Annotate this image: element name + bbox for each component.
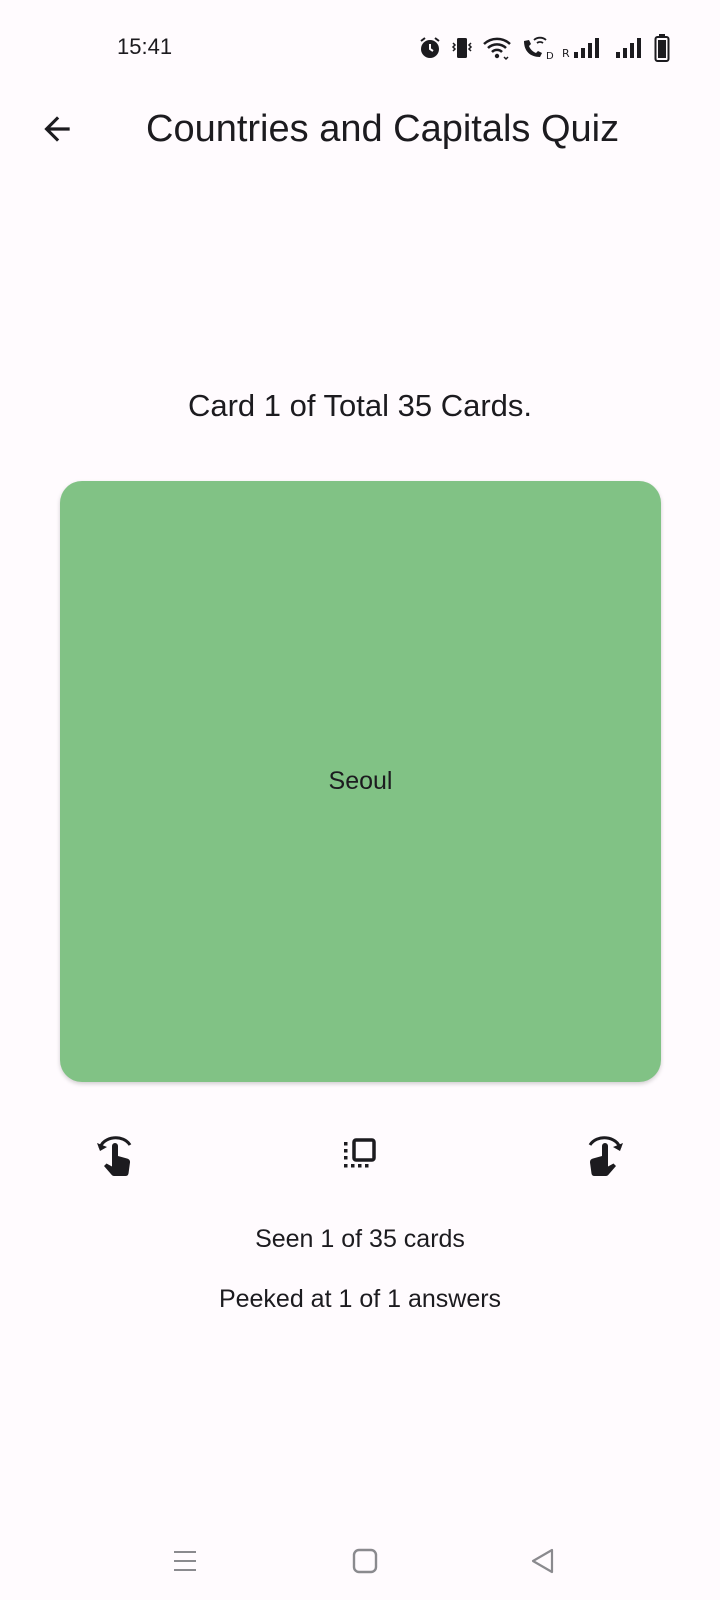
- home-button[interactable]: [335, 1540, 395, 1586]
- status-icons: D R: [418, 34, 670, 62]
- swipe-left-hand-icon: [96, 1134, 140, 1183]
- recents-button[interactable]: [155, 1540, 215, 1586]
- flashcard[interactable]: Seoul: [60, 481, 661, 1082]
- vibrate-icon: [450, 36, 474, 60]
- swipe-right-hand-icon: [580, 1134, 624, 1183]
- alarm-icon: [418, 36, 442, 60]
- flip-card-button[interactable]: [332, 1130, 388, 1186]
- app-bar: Countries and Capitals Quiz: [0, 96, 720, 166]
- peeked-count-text: Peeked at 1 of 1 answers: [218, 1285, 502, 1313]
- previous-card-button[interactable]: [90, 1130, 146, 1186]
- arrow-left-icon: [38, 110, 76, 153]
- wifi-icon: [482, 35, 512, 61]
- signal-icon: [614, 35, 646, 61]
- status-bar: 15:41 D R: [0, 0, 720, 96]
- status-time: 15:41: [117, 34, 173, 59]
- svg-text:R: R: [562, 47, 570, 60]
- back-triangle-icon: [529, 1547, 557, 1580]
- back-button[interactable]: [28, 102, 86, 160]
- system-nav-bar: [0, 1540, 720, 1600]
- recents-menu-icon: [171, 1547, 199, 1580]
- system-back-button[interactable]: [513, 1540, 573, 1586]
- card-counter: Card 1 of Total 35 Cards.: [187, 388, 533, 423]
- flip-card-icon: [340, 1136, 380, 1181]
- quiz-screen: 15:41 D R Countries and Capitals Quiz Ca…: [0, 0, 720, 1600]
- flashcard-text: Seoul: [328, 767, 393, 795]
- signal-icon: R: [562, 35, 606, 61]
- next-card-button[interactable]: [574, 1130, 630, 1186]
- svg-text:D: D: [546, 51, 554, 61]
- seen-count-text: Seen 1 of 35 cards: [255, 1225, 465, 1253]
- battery-icon: [654, 34, 670, 62]
- home-square-icon: [351, 1547, 379, 1580]
- wifi-calling-icon: D: [520, 35, 554, 61]
- page-title: Countries and Capitals Quiz: [146, 108, 620, 150]
